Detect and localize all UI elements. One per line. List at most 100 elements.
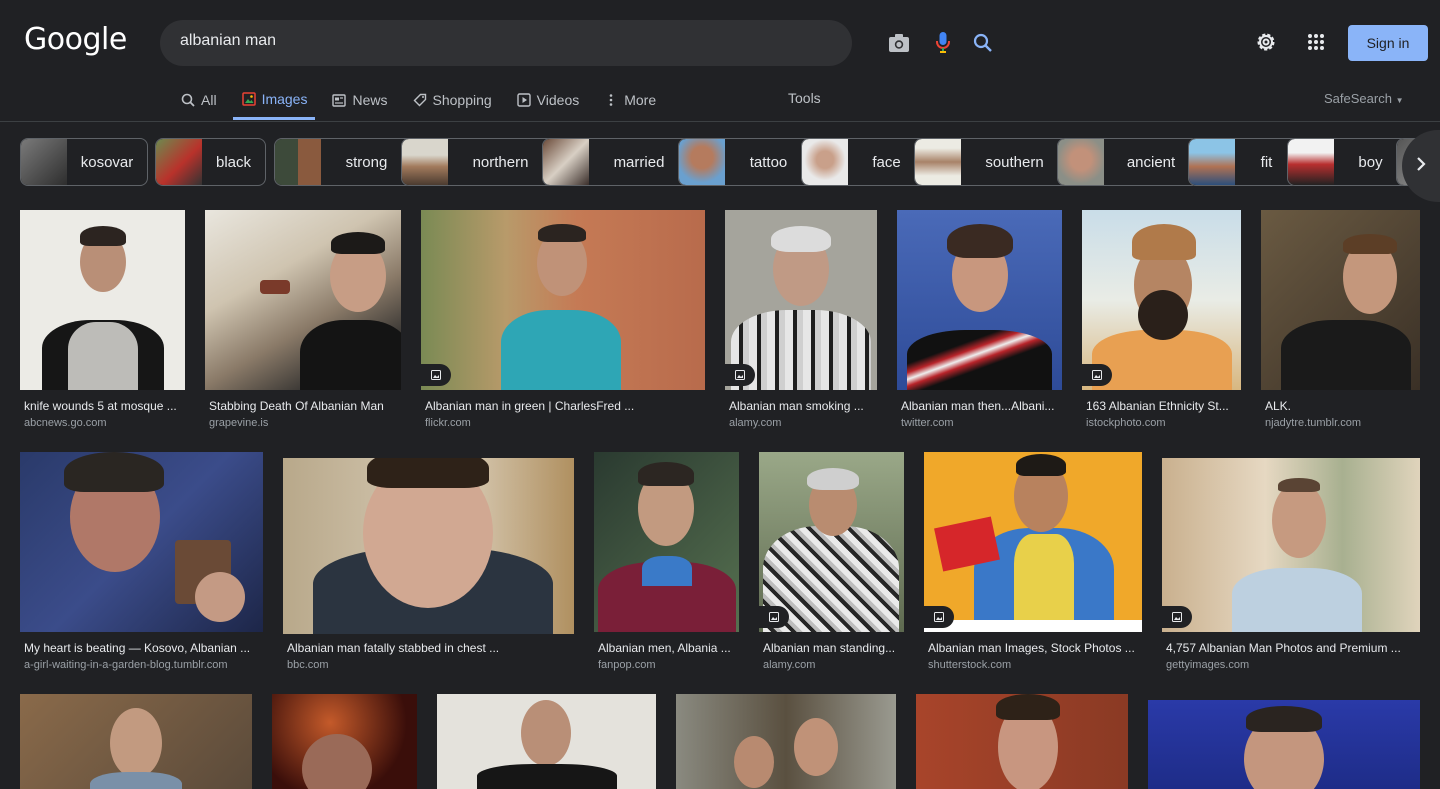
sign-in-button[interactable]: Sign in xyxy=(1348,25,1428,61)
safesearch-dropdown[interactable]: SafeSearch ▼ xyxy=(1324,91,1403,106)
news-icon xyxy=(331,92,347,108)
image-result[interactable]: Stabbing Death Of Albanian Man grapevine… xyxy=(205,210,401,435)
result-source: shutterstock.com xyxy=(928,659,1012,671)
camera-icon[interactable] xyxy=(887,31,911,55)
chip-thumbnail xyxy=(156,139,202,185)
tab-all[interactable]: All xyxy=(172,80,225,120)
image-badge-icon xyxy=(421,364,451,386)
image-result[interactable] xyxy=(20,694,252,789)
image-result[interactable]: knife wounds 5 at mosque ... abcnews.go.… xyxy=(20,210,185,435)
chip-thumbnail xyxy=(802,139,848,185)
search-icon[interactable] xyxy=(971,31,995,55)
result-thumbnail xyxy=(725,210,877,390)
search-input[interactable] xyxy=(180,32,700,50)
tab-more[interactable]: More xyxy=(595,80,664,120)
result-caption: Albanian man standing... xyxy=(763,641,896,655)
result-thumbnail xyxy=(205,210,401,390)
result-source: gettyimages.com xyxy=(1166,659,1250,671)
tab-shopping[interactable]: Shopping xyxy=(404,80,500,120)
search-tabs: All Images News Shopping Videos More xyxy=(172,80,672,122)
tab-news[interactable]: News xyxy=(323,80,395,120)
result-caption: Albanian man fatally stabbed in chest ..… xyxy=(287,641,500,655)
tools-button[interactable]: Tools xyxy=(788,90,821,106)
header: Google Sign in All Images News xyxy=(0,0,1440,122)
result-thumbnail xyxy=(916,694,1128,789)
chip-thumbnail xyxy=(543,139,589,185)
result-caption: 4,757 Albanian Man Photos and Premium ..… xyxy=(1166,641,1401,655)
chip-label: strong xyxy=(345,153,388,171)
more-vert-icon xyxy=(603,92,619,108)
result-source: bbc.com xyxy=(287,659,329,671)
result-thumbnail xyxy=(437,694,656,789)
result-thumbnail xyxy=(421,210,705,390)
result-caption: Albanian men, Albania ... xyxy=(598,641,731,655)
image-result[interactable]: My heart is beating — Kosovo, Albanian .… xyxy=(20,452,263,677)
result-caption: My heart is beating — Kosovo, Albanian .… xyxy=(24,641,251,655)
image-result[interactable]: Albanian man standing... alamy.com xyxy=(759,452,904,677)
tab-videos[interactable]: Videos xyxy=(508,80,588,120)
result-source: njadytre.tumblr.com xyxy=(1265,417,1361,429)
image-result[interactable]: Albanian man then...Albani... twitter.co… xyxy=(897,210,1062,435)
google-logo[interactable]: Google xyxy=(24,22,127,57)
search-box[interactable] xyxy=(160,20,992,66)
image-result[interactable] xyxy=(916,694,1128,789)
image-result[interactable]: 163 Albanian Ethnicity St... istockphoto… xyxy=(1082,210,1241,435)
chip-fit[interactable]: fit xyxy=(1188,138,1299,186)
image-result[interactable]: Albanian men, Albania ... fanpop.com xyxy=(594,452,739,677)
chip-boy[interactable]: boy xyxy=(1287,138,1408,186)
chip-kosovar[interactable]: kosovar xyxy=(20,138,148,186)
chip-strong[interactable]: strong xyxy=(274,138,413,186)
result-source: flickr.com xyxy=(425,417,471,429)
chip-label: southern xyxy=(985,153,1044,171)
tab-label: Shopping xyxy=(432,92,492,108)
chip-black[interactable]: black xyxy=(155,138,266,186)
result-thumbnail xyxy=(20,210,185,390)
image-result[interactable] xyxy=(676,694,896,789)
search-icon xyxy=(180,92,196,108)
image-result[interactable] xyxy=(437,694,656,789)
tab-images[interactable]: Images xyxy=(232,80,316,120)
apps-grid-icon[interactable] xyxy=(1304,30,1328,54)
chip-label: married xyxy=(613,153,665,171)
chip-northern[interactable]: northern xyxy=(401,138,554,186)
tab-label: Videos xyxy=(536,92,580,108)
result-thumbnail xyxy=(20,452,263,632)
chip-thumbnail xyxy=(1189,139,1235,185)
result-thumbnail xyxy=(1162,458,1420,632)
image-result[interactable] xyxy=(1148,700,1420,789)
microphone-icon[interactable] xyxy=(931,31,955,55)
result-source: a-girl-waiting-in-a-garden-blog.tumblr.c… xyxy=(24,659,228,671)
chip-label: kosovar xyxy=(80,153,134,171)
image-badge-icon xyxy=(1082,364,1112,386)
chip-ancient[interactable]: ancient xyxy=(1057,138,1199,186)
settings-gear-icon[interactable] xyxy=(1254,30,1278,54)
result-thumbnail xyxy=(1148,700,1420,789)
image-result[interactable]: Albanian man in green | CharlesFred ... … xyxy=(421,210,705,435)
chip-married[interactable]: married xyxy=(542,138,690,186)
result-thumbnail xyxy=(272,694,417,789)
result-source: twitter.com xyxy=(901,417,954,429)
result-source: grapevine.is xyxy=(209,417,269,429)
chip-face[interactable]: face xyxy=(801,138,926,186)
result-thumbnail xyxy=(1261,210,1420,390)
image-badge-icon xyxy=(759,606,789,628)
image-result[interactable]: Albanian man smoking ... alamy.com xyxy=(725,210,877,435)
image-result[interactable]: 4,757 Albanian Man Photos and Premium ..… xyxy=(1162,452,1420,677)
result-source: fanpop.com xyxy=(598,659,656,671)
tag-icon xyxy=(412,92,428,108)
image-result[interactable]: Albanian man Images, Stock Photos ... sh… xyxy=(924,452,1142,677)
tab-label: News xyxy=(352,92,388,108)
result-thumbnail xyxy=(759,452,904,632)
image-result[interactable] xyxy=(272,694,417,789)
image-badge-icon xyxy=(1162,606,1192,628)
chevron-down-icon: ▼ xyxy=(1395,96,1404,105)
image-result[interactable]: ALK. njadytre.tumblr.com xyxy=(1261,210,1420,435)
image-result[interactable]: Albanian man fatally stabbed in chest ..… xyxy=(283,452,574,677)
chip-tattoo[interactable]: tattoo xyxy=(678,138,813,186)
chip-label: black xyxy=(215,153,252,171)
result-thumbnail xyxy=(897,210,1062,390)
chip-southern[interactable]: southern xyxy=(914,138,1069,186)
result-caption: Stabbing Death Of Albanian Man xyxy=(209,399,384,413)
result-caption: Albanian man smoking ... xyxy=(729,399,864,413)
result-caption: Albanian man then...Albani... xyxy=(901,399,1055,413)
